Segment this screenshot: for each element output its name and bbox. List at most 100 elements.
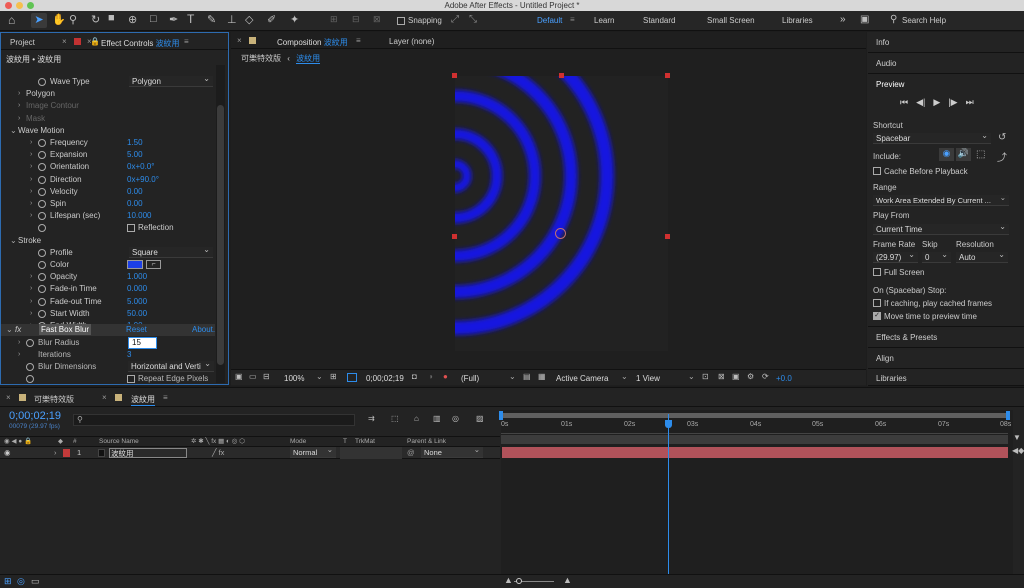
twirl-icon[interactable]: › [30,308,32,320]
stopwatch-icon[interactable] [38,151,46,160]
stopwatch-icon[interactable] [38,309,46,318]
workspace-small-screen[interactable]: Small Screen [707,16,755,25]
timeline-timecode[interactable]: 0;00;02;19 [9,410,61,422]
twirl-icon[interactable]: › [30,149,32,161]
property-value[interactable]: 5.00 [127,149,143,161]
flowchart-icon[interactable]: ⚙ [747,372,754,381]
viewer-timecode[interactable]: 0;00;02;19 [366,374,404,383]
frame-blending-icon[interactable]: ▥ [433,414,441,423]
zoom-out-icon[interactable]: ▲ [504,575,513,585]
playhead-handle[interactable] [665,420,672,428]
local-axis-icon[interactable]: ⊞ [330,14,338,25]
col-t[interactable]: T [343,437,347,447]
stopwatch-icon[interactable] [38,261,46,269]
fx-name[interactable]: Fast Box Blur [39,324,92,335]
time-graph[interactable]: 0s 01s 02s 03s 04s 05s 06s 07s 08s [499,410,1013,585]
panel-menu-icon[interactable]: ≡ [163,393,168,402]
full-screen-checkbox[interactable] [873,268,881,276]
include-overlays-icon[interactable]: ⬚ [976,149,985,160]
stopwatch-icon[interactable] [38,163,46,172]
property-value[interactable]: 1.50 [127,137,143,149]
workspace-standard[interactable]: Standard [643,16,675,25]
time-ruler[interactable]: 0s 01s 02s 03s 04s 05s 06s 07s 08s [501,421,1011,434]
twirl-icon[interactable]: › [30,271,32,283]
anchor-point-icon[interactable] [555,228,566,239]
layer-handle[interactable] [665,73,670,78]
camera-dropdown[interactable]: Active Camera [556,374,608,383]
layer-search-input[interactable]: ⚲ [73,414,355,426]
pan-behind-tool-icon[interactable]: ⊕ [128,13,137,26]
fast-preview-icon[interactable]: ▣ [732,372,740,381]
zoom-slider-knob[interactable] [516,578,522,584]
comp-crumb-2[interactable]: 波紋用 [296,54,321,64]
twirl-icon[interactable]: › [18,337,20,349]
roto-brush-tool-icon[interactable]: ✐ [267,13,276,26]
property-value[interactable]: 10.000 [127,210,151,222]
snapping-checkbox[interactable] [397,17,405,25]
comp-canvas[interactable] [455,76,668,351]
effects-presets-header[interactable]: Effects & Presets [868,327,1024,348]
libraries-header[interactable]: Libraries [868,369,1024,386]
last-frame-icon[interactable]: ⏭ [966,97,974,107]
stopwatch-icon[interactable] [38,285,46,294]
col-source-name[interactable]: Source Name [99,437,139,447]
reflection-checkbox[interactable] [127,224,135,233]
twirl-icon[interactable]: › [30,186,32,198]
close-icon[interactable]: × [62,37,67,46]
play-from-dropdown[interactable]: Current Time [873,221,1009,235]
stopwatch-icon[interactable] [26,363,34,371]
col-mode[interactable]: Mode [290,437,306,447]
scrollbar-thumb[interactable] [217,105,224,365]
transparency-grid-icon[interactable]: ▤ [523,372,531,381]
clone-stamp-tool-icon[interactable]: ⊥ [227,13,237,26]
brush-tool-icon[interactable]: ✎ [207,13,216,26]
range-dropdown[interactable]: Work Area Extended By Current ... [873,195,1009,206]
rectangle-tool-icon[interactable]: □ [150,13,157,25]
property-dropdown[interactable]: Square [129,244,213,258]
zoom-dropdown[interactable]: 100% [284,374,304,383]
grid-icon[interactable]: ⊞ [330,372,337,381]
twirl-icon[interactable]: › [54,447,57,459]
fx-reset-link[interactable]: Reset [126,324,147,336]
workspace-libraries[interactable]: Libraries [782,16,813,25]
cache-before-checkbox[interactable] [873,167,881,175]
toggle-switches-icon[interactable]: ⊞ [4,576,12,587]
layer-handle[interactable] [452,73,457,78]
stopwatch-icon[interactable] [38,297,46,306]
first-frame-icon[interactable]: ⏮ [900,97,908,107]
scrollbar[interactable] [216,65,225,383]
layer-switches-icon[interactable]: ╱ fx [212,447,224,459]
tab-timeline-comp2[interactable]: 波紋用 [131,394,155,406]
property-value[interactable]: 1.000 [127,271,147,283]
move-time-checkbox[interactable]: ✓ [873,312,881,320]
tab-composition[interactable]: Composition 波紋用 [277,37,348,48]
stopwatch-icon[interactable] [38,175,46,184]
twirl-icon[interactable]: › [30,137,32,149]
twirl-icon[interactable]: › [30,161,32,173]
repeat-edge-checkbox[interactable] [127,375,135,383]
work-area-start-handle[interactable] [499,411,503,420]
twirl-icon[interactable]: › [30,210,32,222]
layer-name[interactable]: 波紋用 [109,448,187,458]
twirl-icon[interactable]: › [18,349,20,361]
twirl-icon[interactable]: › [18,100,20,112]
comp-range-bar[interactable] [501,435,1008,444]
viewer-lock-icon[interactable]: ⊠ [718,372,725,381]
info-panel-header[interactable]: Info [868,32,1024,53]
channel-icon[interactable]: ● [443,372,448,381]
hand-tool-icon[interactable]: ✋ [52,13,66,26]
stopwatch-icon[interactable] [38,139,46,147]
if-caching-checkbox[interactable] [873,299,881,307]
visibility-eye-icon[interactable]: ◉ [4,447,11,459]
lock-icon[interactable]: 🔒 [90,37,100,46]
col-parent[interactable]: Parent & Link [407,437,446,447]
twirl-icon[interactable]: › [18,113,20,125]
play-icon[interactable]: ▶ [933,97,940,107]
toggle-in-out-icon[interactable]: ▭ [31,576,40,587]
view-layout-dropdown[interactable]: 1 View [636,374,660,383]
close-icon[interactable]: × [6,393,11,402]
exposure-value[interactable]: +0.0 [776,374,792,383]
motion-blur-icon[interactable]: ◎ [452,414,459,423]
twirl-icon[interactable]: › [30,174,32,186]
work-area-bar[interactable] [501,413,1008,418]
